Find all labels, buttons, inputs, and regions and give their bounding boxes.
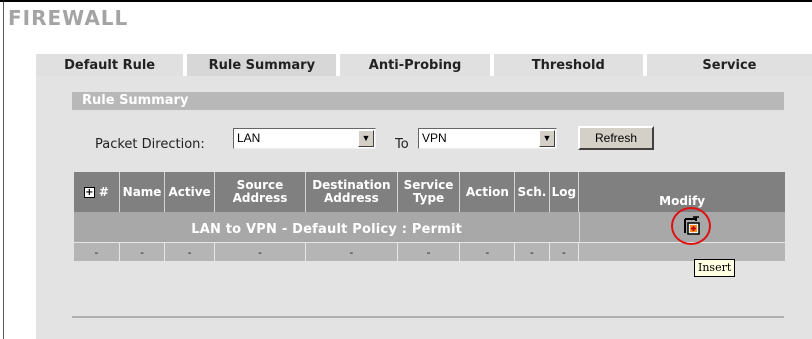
- cell-source: -: [214, 242, 307, 261]
- refresh-button[interactable]: Refresh: [578, 126, 654, 150]
- table-header-row: + # Name Active Source Address Destinatio…: [74, 172, 785, 212]
- cell-service: -: [397, 242, 461, 261]
- cell-modify: [579, 242, 785, 261]
- cell-destination: -: [306, 242, 398, 261]
- default-policy-text: LAN to VPN - Default Policy : Permit: [191, 221, 463, 237]
- left-edge: [3, 2, 4, 339]
- cell-name: -: [119, 242, 166, 261]
- insert-tooltip: Insert: [694, 259, 736, 277]
- col-active: Active: [165, 172, 215, 212]
- col-num-label: #: [98, 184, 109, 199]
- tab-threshold[interactable]: Threshold: [493, 54, 643, 76]
- from-direction-value: LAN: [237, 131, 261, 145]
- tab-default-rule[interactable]: Default Rule: [36, 54, 184, 76]
- top-edge: [0, 0, 812, 2]
- col-destination-address: Destination Address: [306, 172, 398, 212]
- col-source-address: Source Address: [214, 172, 307, 212]
- insert-highlight-circle: [671, 207, 711, 245]
- cell-sch: -: [515, 242, 550, 261]
- col-sch: Sch.: [515, 172, 550, 212]
- to-label: To: [395, 137, 409, 152]
- col-num: + #: [74, 172, 120, 212]
- chevron-down-icon[interactable]: ▼: [358, 130, 374, 147]
- plus-box-icon[interactable]: +: [83, 186, 95, 198]
- cell-num: -: [74, 242, 120, 261]
- col-name: Name: [119, 172, 166, 212]
- section-title: Rule Summary: [82, 93, 189, 108]
- cell-log: -: [549, 242, 580, 261]
- table-row: - - - - - - - - -: [74, 242, 785, 261]
- tab-bar: Default Rule Rule Summary Anti-Probing T…: [36, 54, 812, 76]
- tab-service[interactable]: Service: [646, 54, 812, 76]
- col-log: Log: [549, 172, 580, 212]
- col-modify-label: Modify: [659, 193, 706, 208]
- to-direction-select[interactable]: VPN ▼: [418, 128, 557, 149]
- col-modify: Modify: [579, 172, 785, 212]
- tab-anti-probing[interactable]: Anti-Probing: [340, 54, 490, 76]
- packet-direction-label: Packet Direction:: [95, 137, 205, 152]
- cell-action: -: [460, 242, 516, 261]
- cell-active: -: [165, 242, 215, 261]
- from-direction-select[interactable]: LAN ▼: [233, 128, 376, 149]
- default-policy-cell: LAN to VPN - Default Policy : Permit: [74, 212, 580, 242]
- col-service-type: Service Type: [397, 172, 461, 212]
- to-direction-value: VPN: [422, 131, 447, 145]
- panel-divider: [72, 316, 784, 318]
- col-action: Action: [460, 172, 516, 212]
- page-title: FIREWALL: [8, 6, 129, 30]
- tab-rule-summary[interactable]: Rule Summary: [187, 54, 337, 76]
- chevron-down-icon[interactable]: ▼: [539, 130, 555, 147]
